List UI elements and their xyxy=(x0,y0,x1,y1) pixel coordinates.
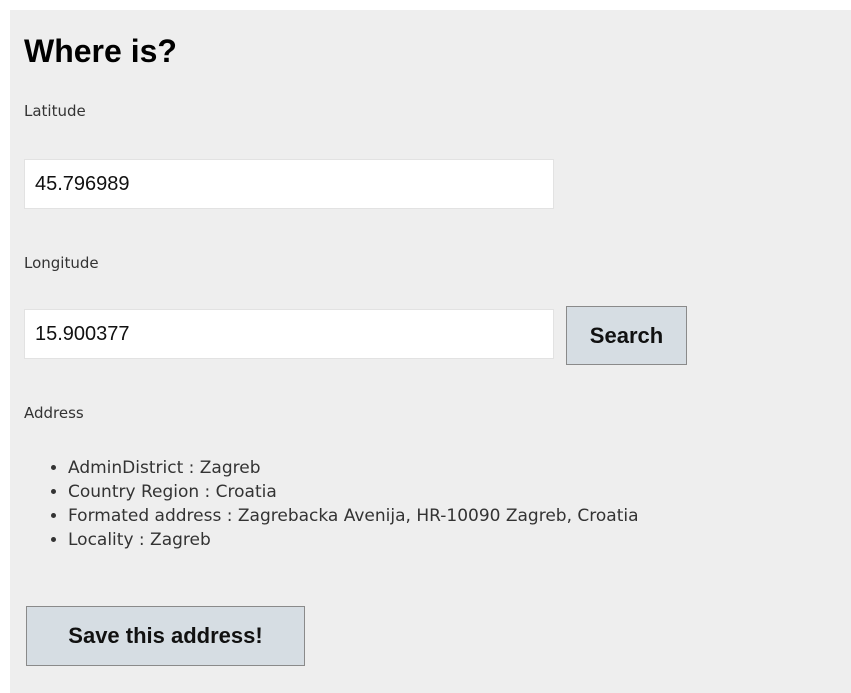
address-item-country-region: Country Region : Croatia xyxy=(68,480,639,504)
longitude-input[interactable] xyxy=(24,309,554,359)
where-is-panel: Where is? Latitude Longitude Search Addr… xyxy=(10,10,851,693)
address-item-locality: Locality : Zagreb xyxy=(68,528,639,552)
address-item-admin-district: AdminDistrict : Zagreb xyxy=(68,456,639,480)
save-address-button[interactable]: Save this address! xyxy=(26,606,305,666)
latitude-input[interactable] xyxy=(24,159,554,209)
latitude-label: Latitude xyxy=(24,102,86,120)
longitude-label: Longitude xyxy=(24,254,99,272)
search-button[interactable]: Search xyxy=(566,306,687,365)
address-item-formatted-address: Formated address : Zagrebacka Avenija, H… xyxy=(68,504,639,528)
address-label: Address xyxy=(24,404,84,422)
address-list: AdminDistrict : Zagreb Country Region : … xyxy=(24,456,639,552)
page-title: Where is? xyxy=(24,33,177,69)
